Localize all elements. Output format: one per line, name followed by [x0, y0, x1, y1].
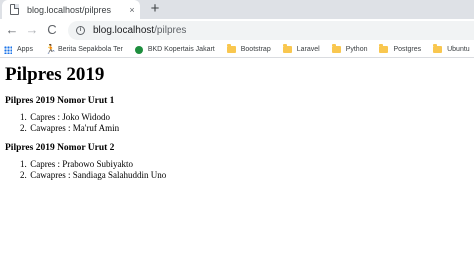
reload-button[interactable]: C	[44, 22, 60, 38]
folder-icon	[433, 44, 443, 53]
bookmark-apps[interactable]: Apps	[4, 45, 33, 54]
address-bar[interactable]: i blog.localhost/pilpres	[68, 21, 474, 40]
list-number: 1.	[20, 112, 27, 122]
bookmark-label: Laravel	[296, 46, 320, 53]
bookmarks-bar: Apps 🏃 Berita Sepakbola Ter BKD Kopertai…	[0, 42, 474, 58]
page-icon	[10, 4, 19, 15]
browser-toolbar: ← → C i blog.localhost/pilpres	[0, 19, 474, 42]
section-heading: Pilpres 2019 Nomor Urut 2	[5, 143, 115, 153]
info-icon[interactable]: i	[76, 26, 85, 35]
list-text: Cawapres : Sandiaga Salahuddin Uno	[30, 169, 167, 180]
bookmark-bkd-kopertais[interactable]: BKD Kopertais Jakart	[134, 45, 215, 54]
bookmark-folder-bootstrap[interactable]: Bootstrap	[226, 44, 271, 53]
bookmark-label: Python	[345, 46, 368, 53]
bookmark-folder-laravel[interactable]: Laravel	[282, 44, 320, 53]
bookmark-label: Postgres	[393, 46, 422, 53]
folder-icon	[282, 44, 292, 53]
list-text: Capres : Joko Widodo	[30, 112, 110, 122]
list-item: 2. Cawapres : Sandiaga Salahuddin Uno	[20, 170, 470, 181]
folder-icon	[331, 44, 341, 53]
list-number: 2.	[20, 169, 27, 180]
folder-icon	[379, 44, 389, 53]
tab-strip: blog.localhost/pilpres × +	[0, 0, 474, 19]
bookmark-folder-ubuntu[interactable]: Ubuntu	[433, 44, 470, 53]
page-title: Pilpres 2019	[5, 64, 105, 85]
candidate-list: 1. Capres : Joko Widodo 2. Cawapres : Ma…	[20, 112, 470, 133]
bookmark-label: Ubuntu	[447, 46, 470, 53]
bookmark-berita-sepakbola[interactable]: 🏃 Berita Sepakbola Ter	[45, 45, 123, 54]
close-tab-button[interactable]: ×	[124, 5, 140, 15]
url-text[interactable]: blog.localhost/pilpres	[93, 25, 186, 36]
folder-icon	[226, 44, 236, 53]
section-heading: Pilpres 2019 Nomor Urut 1	[5, 96, 115, 106]
bookmark-folder-python[interactable]: Python	[331, 44, 368, 53]
apps-grid-icon	[4, 45, 12, 54]
url-host: blog.localhost	[93, 25, 155, 36]
page-content: Pilpres 2019 Pilpres 2019 Nomor Urut 1 1…	[5, 64, 470, 180]
seal-icon	[134, 45, 143, 54]
url-path: /pilpres	[154, 25, 187, 36]
list-item: 1. Capres : Prabowo Subiyakto	[20, 159, 470, 170]
list-item: 2. Cawapres : Ma'ruf Amin	[20, 123, 470, 134]
list-item: 1. Capres : Joko Widodo	[20, 112, 470, 123]
list-text: Capres : Prabowo Subiyakto	[30, 159, 133, 169]
forward-button[interactable]: →	[24, 22, 40, 38]
list-text: Cawapres : Ma'ruf Amin	[30, 122, 120, 133]
tab-title: blog.localhost/pilpres	[27, 4, 112, 15]
browser-tab[interactable]: blog.localhost/pilpres ×	[2, 0, 140, 19]
candidate-list: 1. Capres : Prabowo Subiyakto 2. Cawapre…	[20, 159, 470, 180]
list-number: 1.	[20, 159, 27, 169]
bookmark-folder-postgres[interactable]: Postgres	[379, 44, 422, 53]
list-number: 2.	[20, 122, 27, 133]
bookmark-label: BKD Kopertais Jakart	[147, 46, 215, 53]
runner-icon: 🏃	[44, 44, 57, 54]
new-tab-button[interactable]: +	[148, 1, 162, 17]
bookmark-label: Bootstrap	[240, 46, 271, 53]
back-button[interactable]: ←	[4, 22, 20, 38]
bookmark-label: Apps	[17, 46, 33, 53]
bookmark-label: Berita Sepakbola Ter	[57, 46, 123, 53]
